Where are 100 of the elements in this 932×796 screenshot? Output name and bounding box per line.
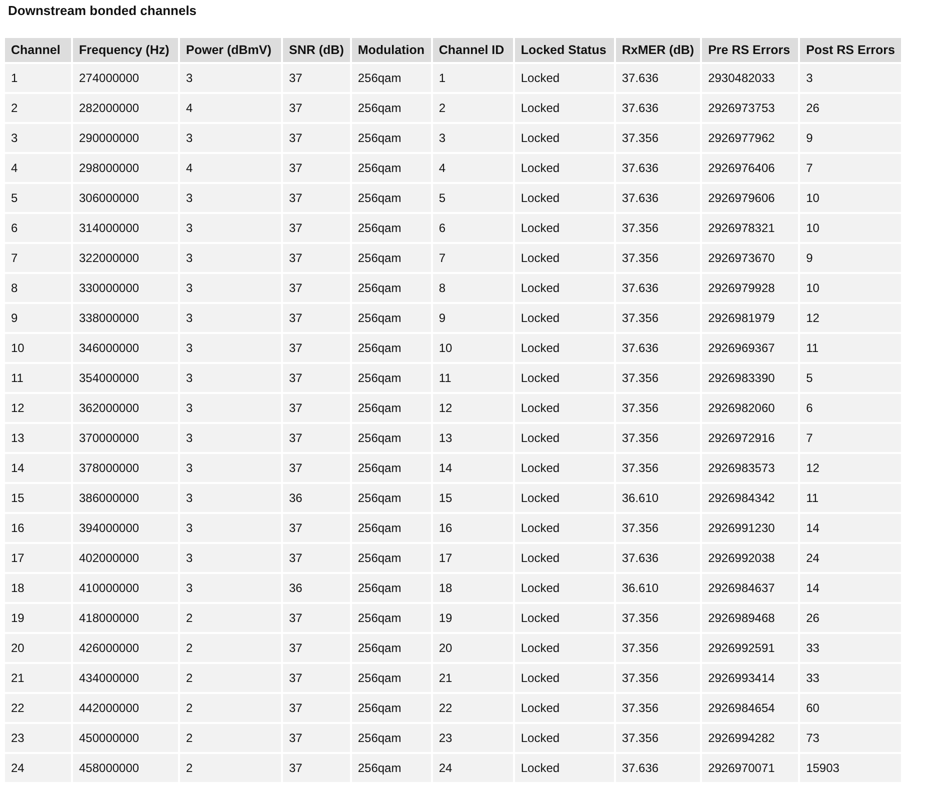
table-cell: 14 (432, 454, 513, 482)
table-cell: 402000000 (73, 544, 178, 572)
column-header: Channel ID (432, 38, 513, 62)
table-cell: 36.610 (616, 484, 700, 512)
table-cell: 3 (180, 334, 281, 362)
table-cell: Locked (514, 544, 614, 572)
table-cell: 3 (180, 484, 281, 512)
table-cell: 256qam (352, 184, 431, 212)
table-cell: 22 (432, 694, 513, 722)
table-cell: Locked (514, 604, 614, 632)
table-cell: 2926994282 (702, 724, 798, 752)
section-title: Downstream bonded channels (8, 3, 198, 19)
table-cell: 338000000 (73, 304, 178, 332)
table-cell: 3 (180, 214, 281, 242)
table-cell: 37.356 (616, 124, 700, 152)
table-cell: 12 (5, 394, 71, 422)
table-cell: 37.636 (616, 154, 700, 182)
column-header: Channel (5, 38, 71, 62)
table-cell: 2926982060 (702, 394, 798, 422)
table-cell: 3 (180, 514, 281, 542)
table-cell: 15 (5, 484, 71, 512)
table-cell: 37.356 (616, 394, 700, 422)
table-cell: Locked (514, 184, 614, 212)
table-cell: 15 (432, 484, 513, 512)
table-cell: 37.356 (616, 244, 700, 272)
table-cell: 418000000 (73, 604, 178, 632)
table-cell: Locked (514, 394, 614, 422)
table-cell: 12 (432, 394, 513, 422)
table-cell: Locked (514, 424, 614, 452)
table-cell: 386000000 (73, 484, 178, 512)
table-cell: 5 (800, 364, 901, 392)
column-header: SNR (dB) (283, 38, 350, 62)
table-cell: 2926984342 (702, 484, 798, 512)
table-cell: 4 (5, 154, 71, 182)
table-cell: 37 (283, 304, 350, 332)
table-cell: 60 (800, 694, 901, 722)
table-cell: 37.636 (616, 184, 700, 212)
table-cell: 346000000 (73, 334, 178, 362)
table-cell: 37.356 (616, 694, 700, 722)
table-cell: 37.356 (616, 664, 700, 692)
table-cell: Locked (514, 364, 614, 392)
column-header: Locked Status (514, 38, 614, 62)
table-cell: Locked (514, 124, 614, 152)
table-cell: 4 (432, 154, 513, 182)
table-cell: 2 (180, 694, 281, 722)
table-cell: 37.636 (616, 754, 700, 782)
table-cell: 9 (800, 244, 901, 272)
table-cell: 22 (5, 694, 71, 722)
table-cell: 2 (432, 94, 513, 122)
table-cell: 8 (432, 274, 513, 302)
table-cell: 298000000 (73, 154, 178, 182)
table-cell: Locked (514, 694, 614, 722)
table-cell: 11 (800, 334, 901, 362)
table-cell: Locked (514, 94, 614, 122)
table-cell: 12 (800, 304, 901, 332)
table-cell: 5 (432, 184, 513, 212)
table-cell: 2926973753 (702, 94, 798, 122)
table-cell: 73 (800, 724, 901, 752)
table-cell: 2930482033 (702, 64, 798, 92)
table-cell: 21 (5, 664, 71, 692)
table-cell: 7 (800, 424, 901, 452)
table-cell: 2926977962 (702, 124, 798, 152)
table-cell: 256qam (352, 64, 431, 92)
column-header: RxMER (dB) (616, 38, 700, 62)
table-cell: 370000000 (73, 424, 178, 452)
table-cell: 3 (180, 184, 281, 212)
table-cell: 19 (432, 604, 513, 632)
table-cell: 3 (180, 304, 281, 332)
table-cell: 2926992038 (702, 544, 798, 572)
table-cell: 256qam (352, 664, 431, 692)
column-header: Modulation (352, 38, 431, 62)
table-cell: 20 (5, 634, 71, 662)
table-cell: 24 (432, 754, 513, 782)
table-cell: 19 (5, 604, 71, 632)
table-cell: 37.356 (616, 424, 700, 452)
table-cell: 26 (800, 94, 901, 122)
table-cell: 2 (180, 604, 281, 632)
table-cell: 11 (800, 484, 901, 512)
table-cell: 37 (283, 604, 350, 632)
table-cell: 2 (180, 754, 281, 782)
table-cell: Locked (514, 64, 614, 92)
table-cell: 354000000 (73, 364, 178, 392)
table-cell: 274000000 (73, 64, 178, 92)
table-cell: 37 (283, 544, 350, 572)
table-cell: 37.356 (616, 514, 700, 542)
table-cell: 7 (5, 244, 71, 272)
table-cell: 20 (432, 634, 513, 662)
table-cell: 37 (283, 424, 350, 452)
table-cell: 3 (432, 124, 513, 152)
table-cell: 3 (180, 394, 281, 422)
table-cell: 37 (283, 274, 350, 302)
table-cell: 256qam (352, 334, 431, 362)
table-cell: 37.636 (616, 544, 700, 572)
table-cell: 362000000 (73, 394, 178, 422)
table-cell: 6 (5, 214, 71, 242)
table-cell: 256qam (352, 154, 431, 182)
table-cell: 3 (180, 364, 281, 392)
table-cell: 13 (5, 424, 71, 452)
table-cell: 2926979928 (702, 274, 798, 302)
table-cell: 1 (5, 64, 71, 92)
